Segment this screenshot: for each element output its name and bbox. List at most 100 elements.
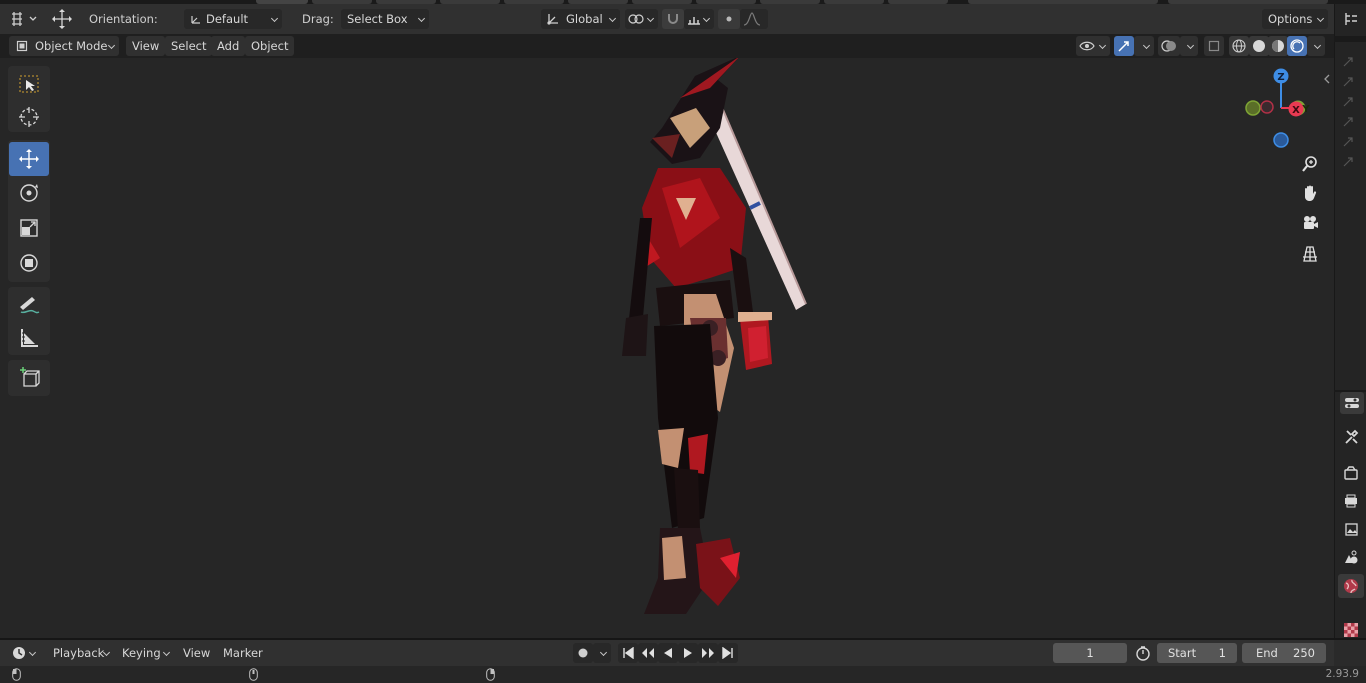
record-dot-icon xyxy=(576,645,590,661)
options-dropdown[interactable]: Options xyxy=(1262,9,1328,29)
world-globe-icon xyxy=(1343,578,1359,594)
move-tool-icon[interactable] xyxy=(48,8,76,30)
menu-keying[interactable]: Keying xyxy=(116,643,174,663)
transform-axis-icon xyxy=(545,11,561,27)
strip-divider xyxy=(1334,36,1366,42)
measure-tool[interactable] xyxy=(9,322,49,354)
rotate-tool[interactable] xyxy=(9,177,49,209)
gizmo-y-label: Y xyxy=(1301,104,1310,115)
scale-icon xyxy=(18,217,40,239)
select-box-tool[interactable] xyxy=(9,68,49,100)
end-frame-label: End xyxy=(1256,646,1278,660)
jump-start-button[interactable] xyxy=(618,643,638,663)
viewport-header: Object Mode View Select Add Object xyxy=(0,34,1334,58)
gizmo-toggle[interactable] xyxy=(1114,36,1134,56)
xray-toggle[interactable] xyxy=(1204,36,1224,56)
ortho-toggle-button[interactable] xyxy=(1298,242,1322,266)
auto-keying-toggle[interactable] xyxy=(573,643,593,663)
proportional-falloff-dropdown[interactable] xyxy=(740,9,768,29)
shading-solid[interactable] xyxy=(1249,36,1269,56)
shading-dropdown[interactable] xyxy=(1307,36,1325,56)
gizmo-dropdown[interactable] xyxy=(1134,36,1154,56)
orientation-dropdown[interactable]: Default xyxy=(184,9,282,29)
transform-orientation-dropdown[interactable]: Global xyxy=(541,9,620,29)
menu-select[interactable]: Select xyxy=(165,36,213,56)
orientation-value: Default xyxy=(206,12,249,26)
magnifier-plus-icon xyxy=(1301,155,1319,173)
overlays-toggle[interactable] xyxy=(1158,36,1180,56)
annotate-tool[interactable] xyxy=(9,288,49,320)
preview-range-toggle[interactable] xyxy=(1134,644,1152,662)
mode-value: Object Mode xyxy=(35,39,108,53)
end-frame-value: 250 xyxy=(1293,646,1315,660)
solid-sphere-icon xyxy=(1251,38,1267,54)
outliner-icon xyxy=(1343,11,1359,27)
overlays-dropdown[interactable] xyxy=(1180,36,1198,56)
move-tool[interactable] xyxy=(9,142,49,176)
scale-tool[interactable] xyxy=(9,212,49,244)
sidebar-toggle[interactable] xyxy=(1322,72,1332,86)
start-frame-field[interactable]: Start 1 xyxy=(1157,643,1237,663)
current-frame-field[interactable]: 1 xyxy=(1053,643,1127,663)
play-icon xyxy=(682,647,694,659)
transform-tool[interactable] xyxy=(9,247,49,279)
gizmo-icon xyxy=(1116,38,1132,54)
add-cube-tool[interactable] xyxy=(9,362,49,394)
shading-wireframe[interactable] xyxy=(1229,36,1249,56)
navigation-gizmo[interactable]: Z Y X xyxy=(1240,66,1322,154)
outliner-button[interactable] xyxy=(1340,8,1362,30)
menu-view[interactable]: View xyxy=(126,36,166,56)
play-button[interactable] xyxy=(678,643,698,663)
editor-type-icon[interactable] xyxy=(8,9,40,29)
outliner-restriction-list xyxy=(1340,52,1360,182)
pivot-point-dropdown[interactable] xyxy=(625,9,658,29)
cursor-tool[interactable] xyxy=(9,101,49,133)
overlays-icon xyxy=(1160,38,1178,54)
tab-render[interactable] xyxy=(1340,462,1362,484)
select-box-icon xyxy=(18,73,40,95)
tab-view-layer[interactable] xyxy=(1340,518,1362,540)
jump-end-button[interactable] xyxy=(718,643,738,663)
drag-dropdown[interactable]: Select Box xyxy=(341,9,429,29)
gizmo-x-label: X xyxy=(1292,105,1300,116)
tab-output[interactable] xyxy=(1340,490,1362,512)
menu-marker[interactable]: Marker xyxy=(217,643,269,663)
proportional-edit-toggle[interactable] xyxy=(718,9,740,29)
character-model xyxy=(622,58,807,614)
snap-target-dropdown[interactable] xyxy=(684,9,714,29)
zoom-view-button[interactable] xyxy=(1298,152,1322,176)
magnet-icon xyxy=(665,11,681,27)
material-sphere-icon xyxy=(1270,38,1286,54)
grid-icon xyxy=(1301,245,1319,263)
visibility-dropdown[interactable] xyxy=(1076,36,1110,56)
tab-world[interactable] xyxy=(1338,574,1364,598)
camera-view-button[interactable] xyxy=(1298,211,1322,235)
mode-dropdown[interactable]: Object Mode xyxy=(9,36,119,56)
end-frame-field[interactable]: End 250 xyxy=(1242,643,1326,663)
snap-increment-icon xyxy=(686,11,702,27)
render-camera-icon xyxy=(1343,465,1359,481)
menu-playback[interactable]: Playback xyxy=(46,643,114,663)
shading-material[interactable] xyxy=(1268,36,1288,56)
snap-toggle[interactable] xyxy=(662,9,684,29)
menu-add[interactable]: Add xyxy=(211,36,246,56)
mouse-left-icon xyxy=(11,668,21,681)
printer-icon xyxy=(1343,493,1359,509)
tab-scene[interactable] xyxy=(1340,546,1362,568)
menu-timeline-view-label: View xyxy=(183,646,211,660)
menu-timeline-view[interactable]: View xyxy=(177,643,216,663)
shading-rendered[interactable] xyxy=(1287,36,1307,56)
options-label: Options xyxy=(1268,12,1313,26)
keying-set-dropdown[interactable] xyxy=(593,643,611,663)
properties-header-button[interactable] xyxy=(1340,392,1364,414)
gizmo-z-label: Z xyxy=(1277,72,1284,83)
tab-tool[interactable] xyxy=(1340,426,1362,448)
pencil-icon xyxy=(17,293,41,315)
jump-keyframe-forward-button[interactable] xyxy=(698,643,718,663)
pan-view-button[interactable] xyxy=(1298,181,1322,205)
jump-keyframe-back-button[interactable] xyxy=(638,643,658,663)
3d-viewport[interactable]: Z Y X xyxy=(0,58,1334,638)
timeline-editor-type[interactable] xyxy=(8,643,40,663)
menu-object[interactable]: Object xyxy=(245,36,295,56)
play-reverse-button[interactable] xyxy=(658,643,678,663)
